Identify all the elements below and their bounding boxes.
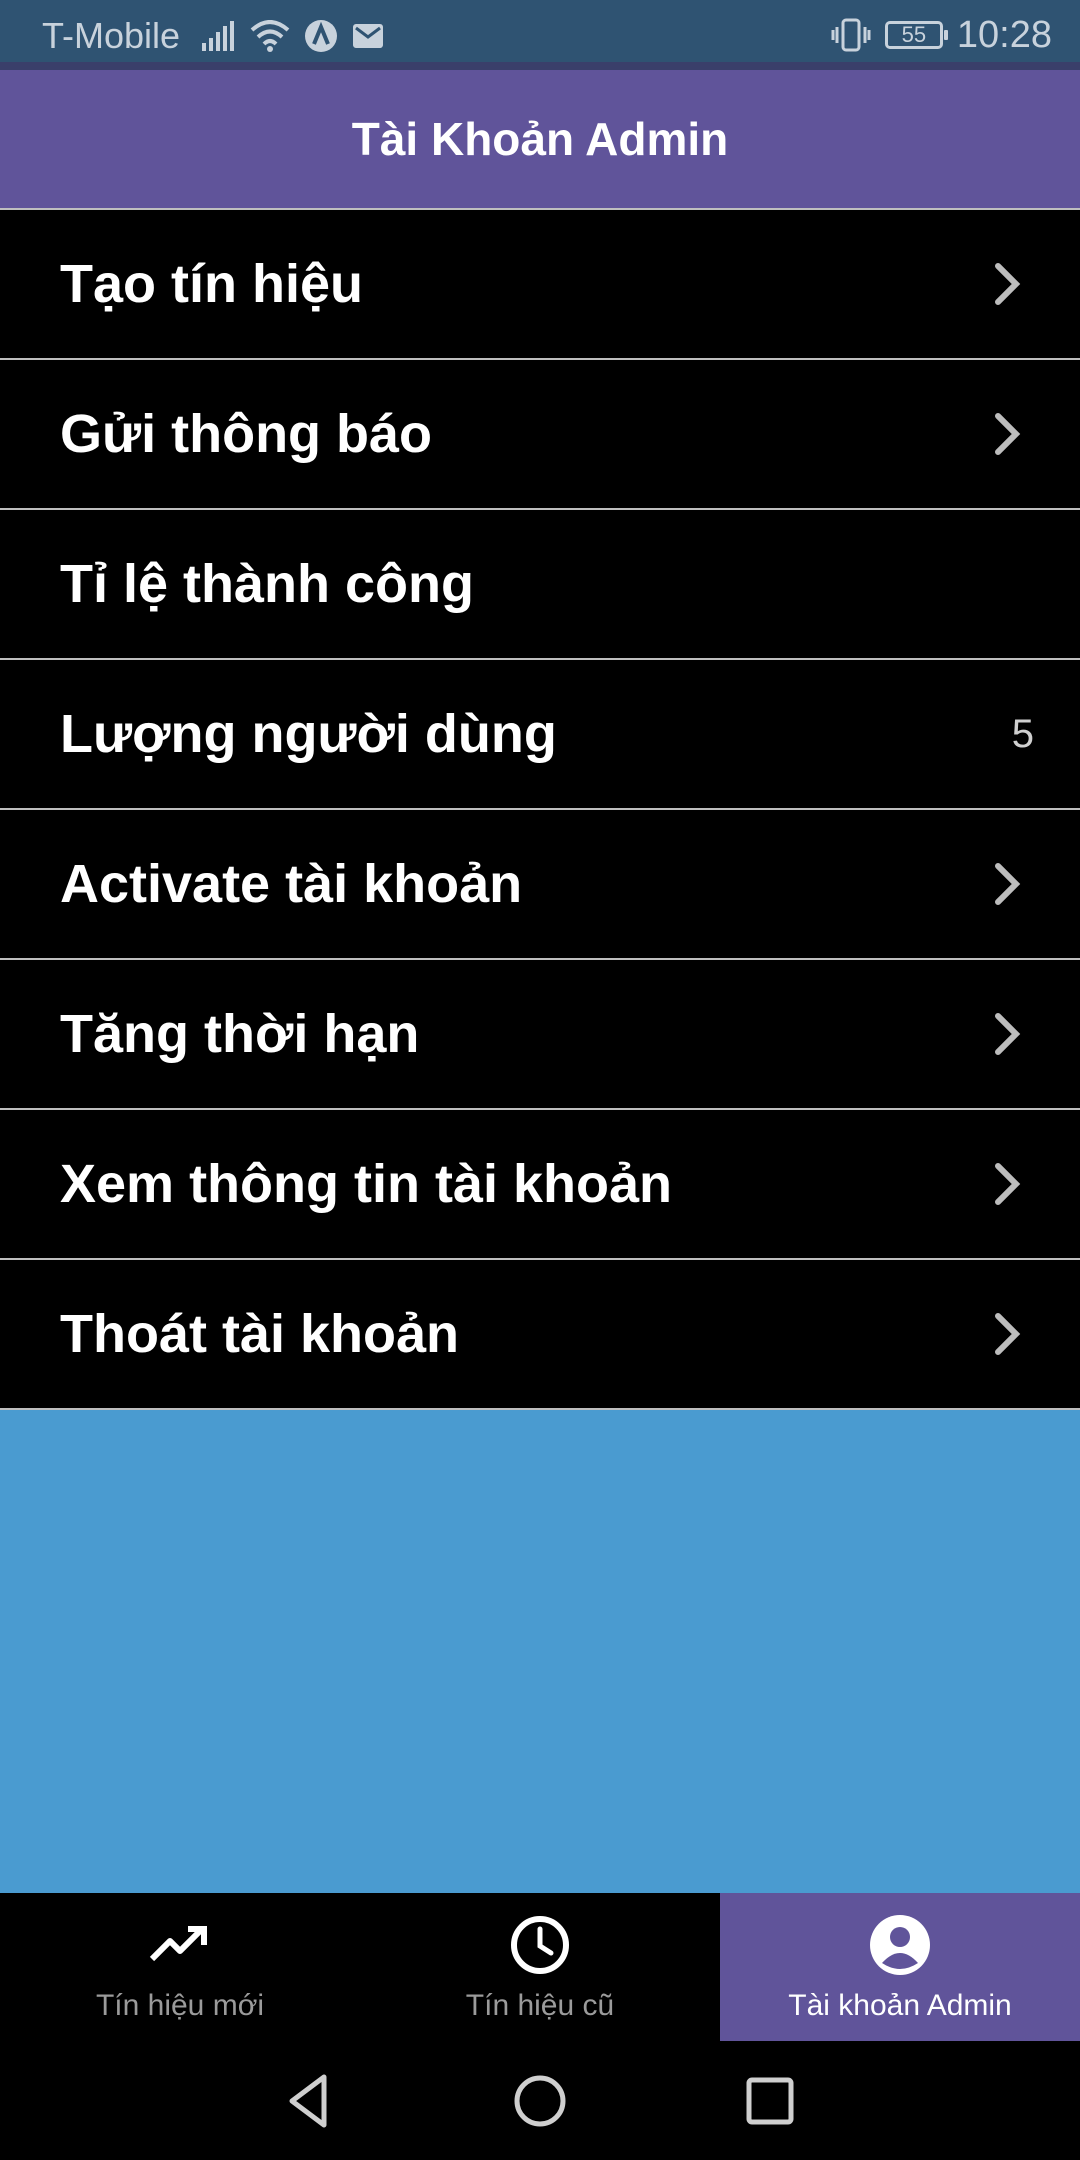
chevron-right-icon — [995, 1013, 1021, 1055]
tab-label: Tài khoản Admin — [788, 1989, 1012, 2022]
menu-item-create-signal[interactable]: Tạo tín hiệu — [0, 208, 1080, 358]
chevron-right-icon — [995, 1313, 1021, 1355]
menu-item-label: Thoát tài khoản — [60, 1304, 460, 1364]
home-icon[interactable] — [510, 2071, 570, 2131]
admin-menu: Tạo tín hiệu Gửi thông báo Tỉ lệ thành c… — [0, 208, 1080, 1410]
wifi-icon — [250, 20, 290, 52]
user-count-value: 5 — [1011, 711, 1034, 756]
account-circle-icon — [870, 1915, 930, 1975]
menu-item-user-count[interactable]: Lượng người dùng 5 — [0, 658, 1080, 808]
menu-item-extend-term[interactable]: Tăng thời hạn — [0, 958, 1080, 1108]
menu-item-label: Tỉ lệ thành công — [60, 554, 474, 614]
status-bar-divider — [0, 62, 1080, 70]
tab-new-signals[interactable]: Tín hiệu mới — [0, 1893, 360, 2041]
menu-item-label: Tạo tín hiệu — [60, 254, 363, 314]
clock-icon — [511, 1916, 569, 1974]
screen: T-Mobile 55 10:28 Tài Khoản Admin Tạo tí… — [0, 0, 1080, 2160]
chevron-right-icon — [995, 263, 1021, 305]
app-header: Tài Khoản Admin — [0, 70, 1080, 208]
menu-item-logout[interactable]: Thoát tài khoản — [0, 1258, 1080, 1410]
mail-icon — [353, 24, 383, 48]
tab-label: Tín hiệu cũ — [465, 1989, 615, 2022]
bottom-tab-bar: Tín hiệu mới Tín hiệu cũ Tài khoản Admin — [0, 1893, 1080, 2041]
menu-item-success-rate[interactable]: Tỉ lệ thành công — [0, 508, 1080, 658]
menu-item-send-notification[interactable]: Gửi thông báo — [0, 358, 1080, 508]
menu-item-label: Activate tài khoản — [60, 854, 523, 914]
trending-up-icon — [149, 1926, 207, 1962]
menu-item-label: Gửi thông báo — [60, 404, 433, 464]
chevron-right-icon — [995, 863, 1021, 905]
tab-admin-account[interactable]: Tài khoản Admin — [720, 1893, 1080, 2041]
back-icon[interactable] — [280, 2071, 340, 2131]
battery-level: 55 — [901, 22, 927, 47]
menu-item-label: Lượng người dùng — [60, 704, 557, 764]
menu-item-label: Tăng thời hạn — [60, 1004, 420, 1064]
status-left-icons — [200, 16, 384, 56]
tab-old-signals[interactable]: Tín hiệu cũ — [360, 1893, 720, 2041]
vibrate-icon — [831, 18, 871, 52]
signal-icon — [202, 21, 234, 51]
tab-label: Tín hiệu mới — [95, 1989, 265, 2022]
recents-icon[interactable] — [740, 2071, 800, 2131]
page-title: Tài Khoản Admin — [351, 113, 729, 165]
clock-time: 10:28 — [956, 14, 1052, 56]
battery-icon: 55 — [884, 21, 948, 49]
menu-item-label: Xem thông tin tài khoản — [60, 1154, 673, 1214]
system-nav-bar — [0, 2041, 1080, 2160]
status-right-icons: 55 10:28 — [831, 12, 1052, 58]
menu-item-activate-account[interactable]: Activate tài khoản — [0, 808, 1080, 958]
menu-item-view-account-info[interactable]: Xem thông tin tài khoản — [0, 1108, 1080, 1258]
chevron-right-icon — [995, 1163, 1021, 1205]
app-a-icon — [305, 20, 337, 52]
status-bar: T-Mobile 55 10:28 — [0, 0, 1080, 62]
chevron-right-icon — [995, 413, 1021, 455]
carrier-name: T-Mobile — [42, 15, 181, 56]
